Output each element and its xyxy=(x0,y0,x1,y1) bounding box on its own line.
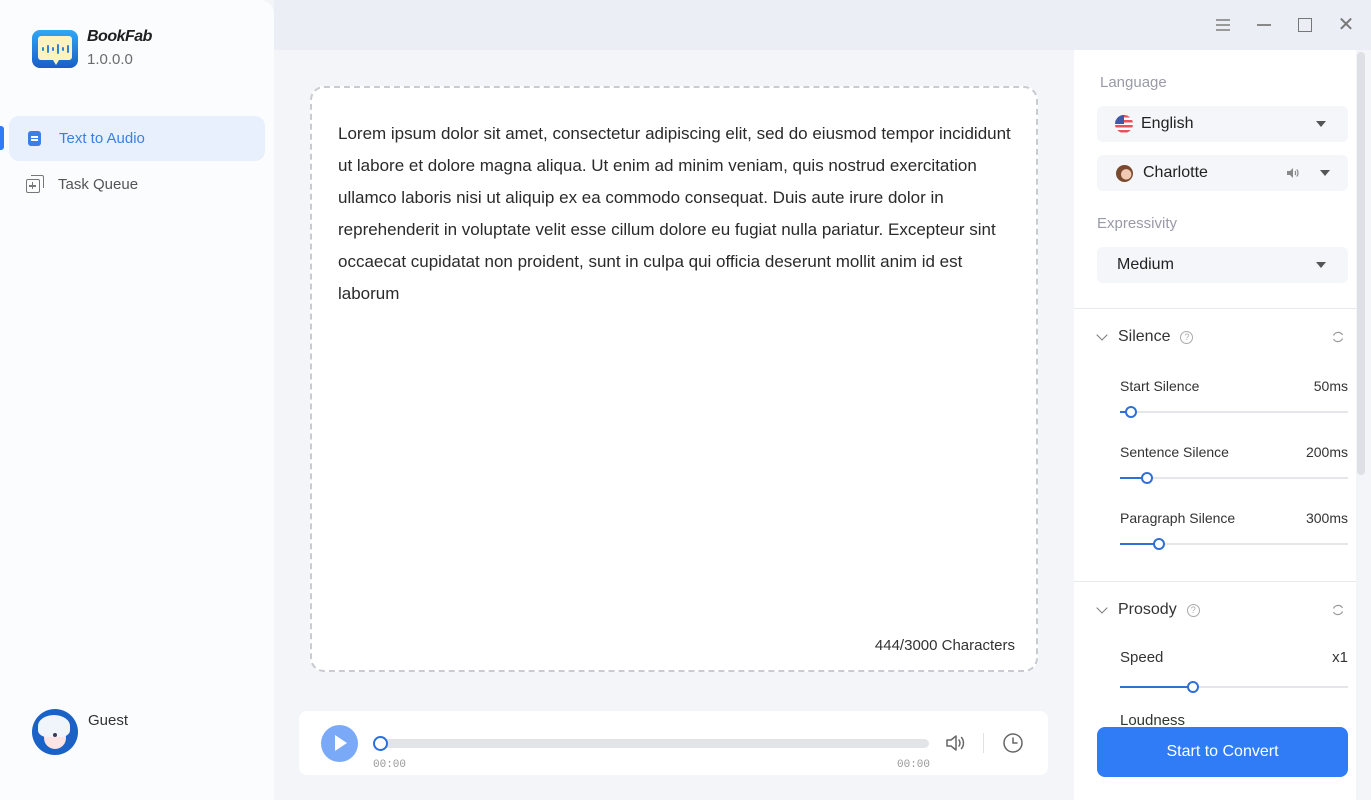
menu-button[interactable] xyxy=(1211,13,1235,37)
slider-value: 200ms xyxy=(1305,444,1348,460)
slider-label: Sentence Silence xyxy=(1120,444,1229,460)
slider-track[interactable] xyxy=(1120,681,1348,693)
settings-panel: Language English Charlotte Expressivity … xyxy=(1074,50,1356,800)
sidebar-item-task-queue[interactable]: Task Queue xyxy=(9,162,265,207)
task-queue-icon xyxy=(26,175,44,193)
slider-handle[interactable] xyxy=(1186,681,1199,693)
silence-title: Silence xyxy=(1118,328,1171,345)
voice-select[interactable]: Charlotte xyxy=(1097,155,1348,191)
language-select[interactable]: English xyxy=(1097,106,1348,142)
voice-avatar-icon xyxy=(1116,164,1133,182)
silence-section-toggle[interactable]: Silence ? xyxy=(1096,328,1194,346)
divider xyxy=(983,733,984,753)
slider-handle[interactable] xyxy=(1152,538,1165,550)
slider-track[interactable] xyxy=(1120,406,1348,418)
close-button[interactable]: ✕ xyxy=(1334,13,1358,37)
caret-down-icon xyxy=(1316,121,1326,127)
close-icon: ✕ xyxy=(1337,14,1355,36)
maximize-button[interactable] xyxy=(1293,13,1317,37)
slider-label: Speed xyxy=(1120,649,1164,666)
minimize-icon xyxy=(1257,24,1271,26)
progress-bar[interactable] xyxy=(373,736,929,751)
clock-icon[interactable] xyxy=(1001,731,1025,755)
us-flag-icon xyxy=(1115,115,1133,133)
document-icon xyxy=(28,131,41,146)
prosody-title: Prosody xyxy=(1118,601,1177,618)
app-name: BookFab xyxy=(87,28,152,45)
caret-down-icon xyxy=(1320,170,1330,176)
slider-value: x1 xyxy=(1332,649,1348,666)
maximize-icon xyxy=(1298,18,1312,32)
user-profile[interactable]: Guest xyxy=(32,709,128,755)
divider xyxy=(1074,581,1356,582)
current-time: 00:00 xyxy=(373,759,407,771)
minimize-button[interactable] xyxy=(1252,13,1276,37)
slider-handle[interactable] xyxy=(1141,472,1154,484)
editor-text[interactable]: Lorem ipsum dolor sit amet, consectetur … xyxy=(338,118,1018,310)
slider-handle[interactable] xyxy=(1125,406,1138,418)
voice-value: Charlotte xyxy=(1143,164,1208,181)
slider-label: Start Silence xyxy=(1120,378,1200,394)
expressivity-value: Medium xyxy=(1117,256,1174,273)
expressivity-label: Expressivity xyxy=(1097,215,1178,232)
avatar[interactable] xyxy=(32,709,78,755)
voice-preview-icon[interactable] xyxy=(1286,166,1300,180)
app-logo-icon xyxy=(32,30,78,68)
language-value: English xyxy=(1141,115,1194,132)
total-time: 00:00 xyxy=(897,759,931,771)
slider-track[interactable] xyxy=(1120,472,1348,484)
caret-down-icon xyxy=(1316,262,1326,268)
chevron-down-icon xyxy=(1096,602,1108,614)
play-button[interactable] xyxy=(321,725,358,762)
audio-player: 00:00 00:00 xyxy=(299,711,1048,775)
sidebar-item-label: Text to Audio xyxy=(59,130,145,147)
start-convert-button[interactable]: Start to Convert xyxy=(1097,727,1348,777)
slider-value: 50ms xyxy=(1313,378,1348,394)
help-icon[interactable]: ? xyxy=(1186,603,1200,617)
language-label: Language xyxy=(1100,74,1167,91)
divider xyxy=(1074,308,1356,309)
sidebar-nav: Text to Audio Task Queue xyxy=(0,116,274,208)
progress-handle[interactable] xyxy=(373,736,388,751)
active-indicator xyxy=(0,126,4,150)
reset-icon[interactable] xyxy=(1331,603,1345,617)
slider-label: Paragraph Silence xyxy=(1120,510,1236,526)
help-icon[interactable]: ? xyxy=(1180,330,1194,344)
slider-track[interactable] xyxy=(1120,538,1348,550)
user-name: Guest xyxy=(88,712,129,729)
slider-fill xyxy=(1120,686,1193,688)
settings-scrollbar[interactable] xyxy=(1357,52,1365,475)
app-version: 1.0.0.0 xyxy=(87,51,133,68)
slider-value: 300ms xyxy=(1305,510,1348,526)
expressivity-select[interactable]: Medium xyxy=(1097,247,1348,283)
character-count: 444/3000 Characters xyxy=(874,637,1015,654)
text-editor[interactable]: Lorem ipsum dolor sit amet, consectetur … xyxy=(310,86,1038,672)
sidebar-item-label: Task Queue xyxy=(58,176,139,193)
sidebar-item-text-to-audio[interactable]: Text to Audio xyxy=(0,116,265,161)
title-bar: ✕ xyxy=(274,0,1371,50)
volume-icon[interactable] xyxy=(944,731,968,755)
sidebar: BookFab 1.0.0.0 Text to Audio Task Queue… xyxy=(0,0,274,800)
chevron-down-icon xyxy=(1096,329,1108,341)
reset-icon[interactable] xyxy=(1331,330,1345,344)
prosody-section-toggle[interactable]: Prosody ? xyxy=(1096,601,1200,619)
